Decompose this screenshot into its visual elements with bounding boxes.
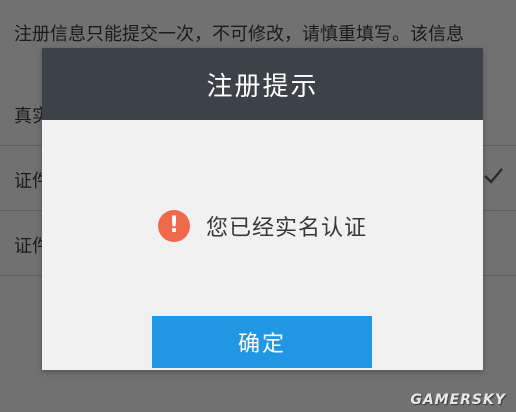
dialog-header: 注册提示 <box>42 48 483 120</box>
registration-dialog: 注册提示 ! 您已经实名认证 确定 <box>42 48 483 370</box>
exclamation-circle-icon: ! <box>157 210 190 242</box>
dialog-message-text: 您已经实名认证 <box>205 216 367 241</box>
confirm-button[interactable]: 确定 <box>152 316 372 368</box>
dialog-message: ! 您已经实名认证 <box>42 210 483 242</box>
dialog-title: 注册提示 <box>206 71 319 102</box>
checkmark-icon <box>484 168 503 184</box>
screen: 注册信息只能提交一次，不可修改，请慎重填写。该信息 真实 证件 证件 注册提示 … <box>0 0 516 412</box>
watermark-text: GAMERSKY <box>410 392 506 408</box>
registration-notice: 注册信息只能提交一次，不可修改，请慎重填写。该信息 <box>14 24 464 45</box>
